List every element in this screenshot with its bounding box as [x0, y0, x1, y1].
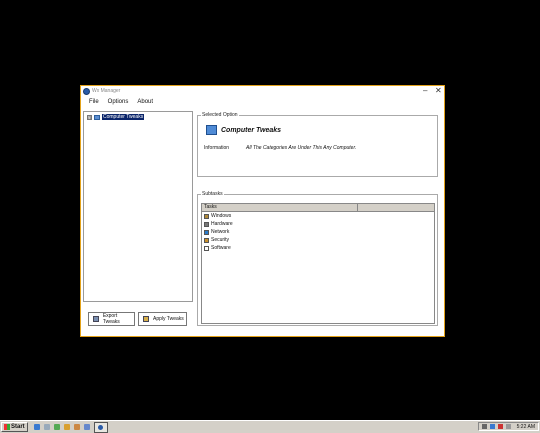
export-icon — [93, 316, 99, 322]
volume-icon[interactable] — [505, 424, 511, 429]
list-header: Tasks — [202, 204, 434, 212]
category-tree[interactable]: ⊟ Computer Tweaks — [83, 111, 193, 302]
app-icon — [98, 424, 104, 430]
menu-about[interactable]: About — [137, 99, 153, 107]
tray-icon[interactable] — [481, 424, 487, 429]
minimize-button[interactable]: – — [423, 86, 427, 96]
explorer-icon[interactable] — [43, 424, 50, 430]
list-item[interactable]: Windows — [202, 212, 434, 220]
title-bar[interactable]: Wx Manager – ✕ — [81, 86, 444, 97]
subtasks-list[interactable]: Tasks Windows Hardware Network Security Soft… — [201, 203, 435, 324]
start-label: Start — [11, 424, 25, 430]
list-item[interactable]: Hardware — [202, 220, 434, 228]
list-item-label: Security — [211, 237, 230, 243]
export-tweaks-button[interactable]: Export Tweaks — [88, 312, 135, 326]
app-icon — [83, 88, 90, 95]
list-item[interactable]: Software — [202, 244, 434, 252]
taskbar-item-wx-manager[interactable] — [93, 421, 108, 433]
close-button[interactable]: ✕ — [435, 86, 442, 96]
subtasks-legend: Subtasks — [201, 191, 224, 197]
network-icon — [204, 229, 209, 235]
list-item-label: Software — [211, 245, 231, 251]
task-items: Windows Hardware Network Security Software — [202, 212, 434, 252]
list-item[interactable]: Security — [202, 236, 434, 244]
subtasks-group: Subtasks Tasks Windows Hardware Network Sec… — [197, 191, 438, 326]
windows-icon — [204, 213, 209, 219]
ie-icon[interactable] — [33, 424, 40, 430]
tree-item-computer-tweaks[interactable]: ⊟ Computer Tweaks — [87, 114, 145, 120]
system-tray: 5:22 AM — [477, 422, 539, 431]
computer-icon — [94, 114, 100, 120]
selected-option-legend: Selected Option — [201, 112, 239, 118]
menu-file[interactable]: File — [89, 99, 99, 107]
apply-tweaks-button[interactable]: Apply Tweaks — [138, 312, 187, 326]
apply-tweaks-label: Apply Tweaks — [153, 316, 184, 322]
computer-icon[interactable] — [83, 424, 90, 430]
collapse-icon[interactable]: ⊟ — [87, 114, 92, 120]
tree-item-label[interactable]: Computer Tweaks — [102, 114, 145, 120]
list-item-label: Hardware — [211, 221, 233, 227]
clock: 5:22 AM — [516, 423, 535, 430]
information-label: Information — [204, 145, 230, 151]
list-item-label: Windows — [211, 213, 232, 219]
menu-bar: File Options About — [89, 99, 153, 107]
list-item[interactable]: Network — [202, 228, 434, 236]
taskbar: Start 5:22 AM — [0, 420, 540, 433]
security-icon[interactable] — [497, 424, 503, 429]
folder-icon[interactable] — [63, 424, 70, 430]
network-icon[interactable] — [489, 424, 495, 429]
app-window: Wx Manager – ✕ File Options About ⊟ Comp… — [80, 85, 445, 337]
column-header-tasks[interactable]: Tasks — [204, 204, 217, 211]
security-icon — [204, 237, 209, 243]
quick-launch — [33, 424, 90, 430]
media-icon[interactable] — [53, 424, 60, 430]
windows-logo-icon — [4, 424, 10, 430]
software-icon — [204, 245, 209, 251]
app-icon[interactable] — [73, 424, 80, 430]
window-title: Wx Manager — [92, 88, 121, 94]
information-value: All The Categories Are Under This Any Co… — [246, 145, 357, 151]
selected-option-title: Computer Tweaks — [221, 127, 282, 134]
column-separator[interactable] — [357, 204, 358, 211]
computer-icon — [206, 125, 217, 135]
export-tweaks-label: Export Tweaks — [102, 313, 120, 325]
start-button[interactable]: Start — [1, 422, 28, 432]
menu-options[interactable]: Options — [108, 99, 129, 107]
hardware-icon — [204, 221, 209, 227]
apply-icon — [143, 316, 149, 322]
selected-option-group: Selected Option Computer Tweaks Informat… — [197, 112, 438, 177]
list-item-label: Network — [211, 229, 230, 235]
